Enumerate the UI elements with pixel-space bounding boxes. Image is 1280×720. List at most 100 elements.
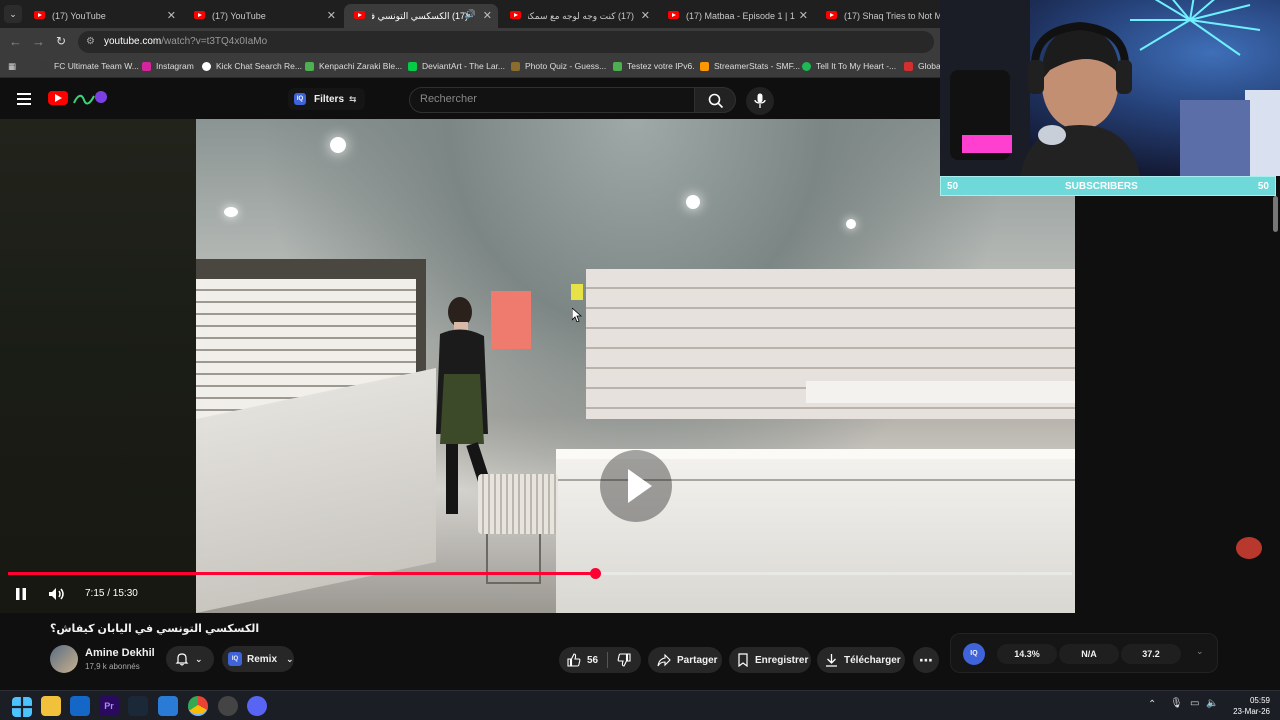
steam-icon[interactable] [128,696,148,716]
address-bar[interactable]: ⚙ youtube.com/watch?v=t3TQ4x0IaMo [78,31,934,53]
video-ambient-left [0,119,196,613]
bookmark-label: Globa [918,61,941,71]
tab-title: (17) Shaq Tries to Not Make [844,11,940,21]
tab-search-button[interactable]: ⌄ [4,5,22,23]
notification-bell-button[interactable]: ⌄ [166,646,214,672]
youtube-favicon-icon [194,11,205,19]
youtube-logo-icon[interactable] [48,91,68,105]
progress-played[interactable] [8,572,595,575]
close-tab-icon[interactable]: ✕ [327,9,336,22]
youtube-header: IQ Filters ⇆ [0,79,940,119]
close-tab-icon[interactable]: ✕ [483,9,492,22]
bookmarks-bar: ▦ FC Ultimate Team W... Instagram Kick C… [0,56,941,78]
pause-icon[interactable] [14,587,28,601]
microphone-tray-icon[interactable]: 🎙 [1170,698,1183,709]
subs-count-left: 50 [947,181,959,192]
share-label: Partager [677,654,718,666]
site-info-icon[interactable]: ⚙ [86,36,95,47]
remix-button[interactable]: IQ Remix ⌄ [222,646,294,672]
browser-tab[interactable]: (17) Matbaa - Episode 1 | 1 الحلقة ✕ [658,4,814,28]
bookmark-item[interactable]: Kick Chat Search Re... [202,61,302,71]
bookmark-item[interactable]: Testez votre IPv6. [613,61,695,71]
windows-start-icon[interactable] [12,697,32,717]
filters-button[interactable]: IQ Filters ⇆ [288,88,365,110]
system-clock[interactable]: 05:59 23-Mar-26 [1233,695,1270,717]
bookmark-item[interactable]: Globa [904,61,941,71]
network-icon[interactable]: ▭ [1190,698,1199,709]
tab-title: (17) YouTube [52,11,106,21]
reload-icon[interactable]: ↻ [56,34,66,48]
discord-icon[interactable] [247,696,267,716]
tray-chevron-up-icon[interactable]: ⌃ [1148,699,1156,710]
premiere-pro-icon[interactable]: Pr [99,696,119,716]
bookmark-item[interactable]: DeviantArt - The Lar... [408,61,505,71]
search-button[interactable] [694,87,736,113]
channel-avatar[interactable] [50,645,78,673]
apps-grid-icon[interactable]: ▦ [8,61,16,72]
premium-brand-logo-icon[interactable] [72,88,108,108]
page-scrollbar[interactable] [1273,196,1278,232]
player-controls: 7:15 / 15:30 IQ [0,580,1250,610]
back-arrow-icon[interactable]: ← [9,34,22,49]
clock-time: 05:59 [1249,696,1270,705]
browser-tab[interactable]: (17) Shaq Tries to Not Make [816,4,940,28]
more-actions-button[interactable]: ⋯ [913,647,939,673]
led-lights-decor [940,0,1280,176]
search-icon [708,93,724,109]
search-input[interactable] [420,93,680,105]
volume-icon[interactable] [48,587,66,601]
bookmark-label: DeviantArt - The Lar... [422,61,505,71]
app-icon[interactable] [158,696,178,716]
big-play-button[interactable] [600,450,672,522]
close-tab-icon[interactable]: ✕ [641,9,650,22]
chevron-down-icon: ⌄ [195,653,203,664]
browser-tab-strip: ⌄ (17) YouTube ✕ (17) YouTube ✕ (17) الك… [0,0,940,28]
file-explorer-icon[interactable] [41,696,61,716]
thumbs-down-icon[interactable] [617,653,631,667]
browser-tab[interactable]: (17) كنت وجه لوجه مع سمكة عملا ✕ [500,4,656,28]
bookmark-label: Instagram [156,61,194,71]
bookmark-item[interactable]: Instagram [142,61,194,71]
close-tab-icon[interactable]: ✕ [799,9,808,22]
voice-search-button[interactable] [746,87,774,115]
search-box[interactable] [409,87,695,113]
bookmark-item[interactable]: Photo Quiz - Guess... [511,61,606,71]
channel-name[interactable]: Amine Dekhil [85,647,155,659]
share-button[interactable]: Partager [648,647,722,673]
instagram-icon [142,61,151,71]
thumbs-up-icon[interactable] [567,653,581,667]
iq-logo-icon[interactable]: IQ [963,643,985,665]
tab-title: (17) الكسكسي التونسي في ال [372,10,468,21]
bookmark-favicon-icon [305,61,314,71]
share-icon [657,653,671,666]
mouse-cursor-icon [572,308,582,322]
close-tab-icon[interactable]: ✕ [167,9,176,22]
browser-tab-active[interactable]: (17) الكسكسي التونسي في ال 🔊 ✕ [344,4,498,28]
bookmark-item[interactable]: Kenpachi Zaraki Ble... [305,61,402,71]
bookmark-item[interactable]: FC Ultimate Team W... [40,61,139,71]
address-url[interactable]: youtube.com/watch?v=t3TQ4x0IaMo [104,36,267,47]
download-button[interactable]: Télécharger [817,647,905,673]
app-icon[interactable] [218,696,238,716]
chrome-icon[interactable] [188,696,208,716]
speaker-icon[interactable]: 🔈 [1206,698,1218,709]
forward-arrow-icon[interactable]: → [32,34,45,49]
iq-stat-1: 14.3% [997,644,1057,664]
progress-scrubber-handle[interactable] [590,568,601,579]
browser-tab[interactable]: (17) YouTube ✕ [24,4,182,28]
save-button[interactable]: Enregistrer [729,647,811,673]
iq-badge-icon: IQ [294,93,306,105]
floating-mascot-icon[interactable] [1236,537,1262,559]
audio-playing-icon[interactable]: 🔊 [465,9,476,20]
right-side-panel [1075,196,1280,613]
video-player[interactable] [0,119,1075,613]
like-count[interactable]: 56 [587,655,598,666]
outlook-icon[interactable] [70,696,90,716]
menu-hamburger-icon[interactable] [17,93,31,105]
iq-stat-2: N/A [1059,644,1119,664]
bookmark-item[interactable]: Tell It To My Heart -... [802,61,896,71]
bookmark-item[interactable]: StreamerStats - SMF... [700,61,800,71]
webcam-overlay [940,0,1280,176]
browser-tab[interactable]: (17) YouTube ✕ [184,4,342,28]
chevron-down-icon[interactable]: ⌄ [1196,646,1204,657]
